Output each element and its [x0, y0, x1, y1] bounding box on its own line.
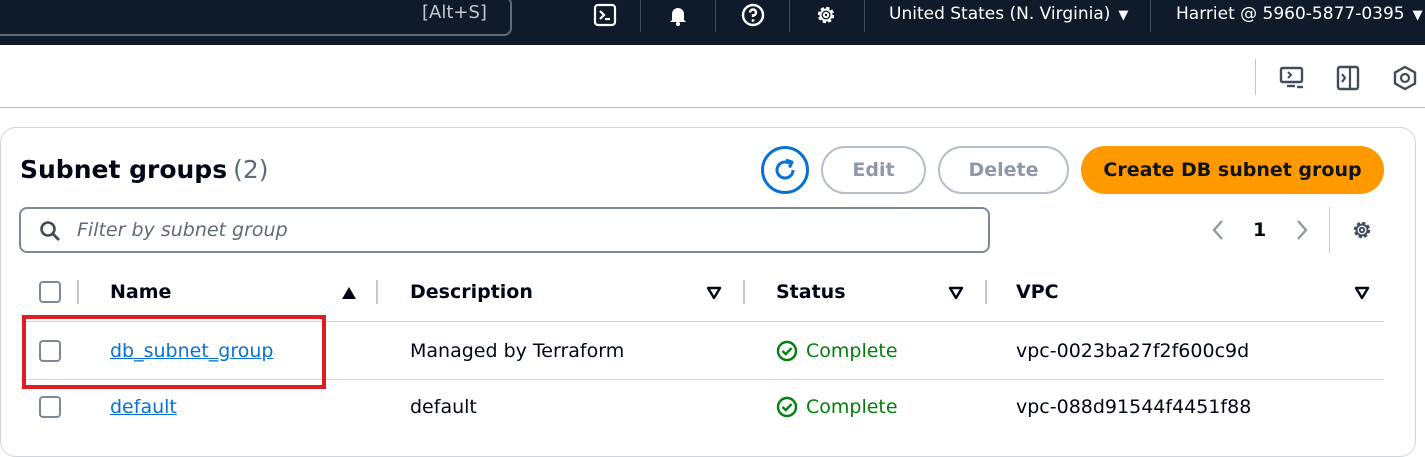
- vpc-cell: vpc-088d91544f4451f88: [1016, 396, 1252, 418]
- account-menu[interactable]: Harriet @ 5960-5877-0395 ▼: [1176, 4, 1423, 24]
- highlight-annotation-box: [22, 315, 326, 389]
- column-header-description[interactable]: Description: [410, 281, 533, 303]
- table-settings-gear-icon[interactable]: [1349, 217, 1375, 243]
- refresh-button[interactable]: [761, 146, 809, 194]
- sort-icon[interactable]: [706, 286, 722, 300]
- check-circle-icon: [776, 340, 798, 362]
- secondary-toolbar: [0, 45, 1425, 108]
- pagination-divider: [1329, 207, 1330, 253]
- global-search-input[interactable]: [Alt+S]: [0, 0, 512, 36]
- create-db-subnet-group-button[interactable]: Create DB subnet group: [1081, 146, 1384, 194]
- column-divider: [743, 280, 745, 304]
- caret-down-icon: ▼: [1118, 8, 1129, 23]
- description-cell: Managed by Terraform: [410, 340, 625, 362]
- sort-icon[interactable]: [948, 286, 964, 300]
- search-shortcut-hint: [Alt+S]: [422, 2, 487, 23]
- chevron-right-icon[interactable]: [1292, 218, 1312, 242]
- column-header-name[interactable]: Name: [110, 281, 171, 303]
- column-divider: [985, 280, 987, 304]
- panel-icon[interactable]: [1335, 65, 1361, 91]
- account-label: Harriet @ 5960-5877-0395: [1176, 4, 1405, 24]
- filter-box: [19, 207, 990, 253]
- column-divider: [77, 280, 79, 304]
- region-label: United States (N. Virginia): [889, 4, 1111, 24]
- title-text: Subnet groups: [20, 155, 228, 184]
- status-text: Complete: [806, 396, 898, 418]
- top-navigation-bar: [Alt+S] United States (N. Virginia) ▼ Har…: [0, 0, 1425, 45]
- nav-divider: [640, 0, 641, 32]
- page-title: Subnet groups (2): [20, 155, 269, 184]
- gear-icon[interactable]: [813, 2, 839, 28]
- filter-input[interactable]: [77, 217, 957, 243]
- status-cell: Complete: [776, 340, 898, 362]
- help-icon[interactable]: [740, 2, 766, 28]
- toolbar-divider: [1255, 59, 1256, 95]
- nav-divider: [715, 0, 716, 32]
- hexagon-icon[interactable]: [1392, 65, 1418, 91]
- column-header-status[interactable]: Status: [776, 281, 846, 303]
- current-page-number[interactable]: 1: [1253, 219, 1266, 241]
- edit-button[interactable]: Edit: [821, 146, 926, 194]
- region-selector[interactable]: United States (N. Virginia) ▼: [889, 4, 1128, 24]
- monitor-icon[interactable]: [1279, 65, 1305, 91]
- caret-down-icon: ▼: [1412, 8, 1423, 23]
- status-cell: Complete: [776, 396, 898, 418]
- description-cell: default: [410, 396, 477, 418]
- subnet-group-name-link[interactable]: default: [110, 396, 177, 418]
- sort-icon[interactable]: [1354, 286, 1370, 300]
- nav-divider: [1150, 0, 1151, 32]
- bell-icon[interactable]: [665, 2, 691, 28]
- vpc-cell: vpc-0023ba27f2f600c9d: [1016, 340, 1250, 362]
- select-all-checkbox[interactable]: [39, 281, 61, 303]
- refresh-icon: [775, 158, 795, 180]
- status-text: Complete: [806, 340, 898, 362]
- chevron-left-icon[interactable]: [1208, 218, 1228, 242]
- item-count: (2): [233, 155, 269, 184]
- column-divider: [376, 280, 378, 304]
- row-checkbox[interactable]: [39, 396, 61, 418]
- cloudshell-icon[interactable]: [592, 2, 618, 28]
- check-circle-icon: [776, 396, 798, 418]
- nav-divider: [864, 0, 865, 32]
- nav-divider: [789, 0, 790, 32]
- sort-ascending-icon[interactable]: [341, 286, 357, 300]
- column-header-vpc[interactable]: VPC: [1016, 281, 1059, 303]
- delete-button[interactable]: Delete: [938, 146, 1069, 194]
- search-icon: [40, 221, 60, 241]
